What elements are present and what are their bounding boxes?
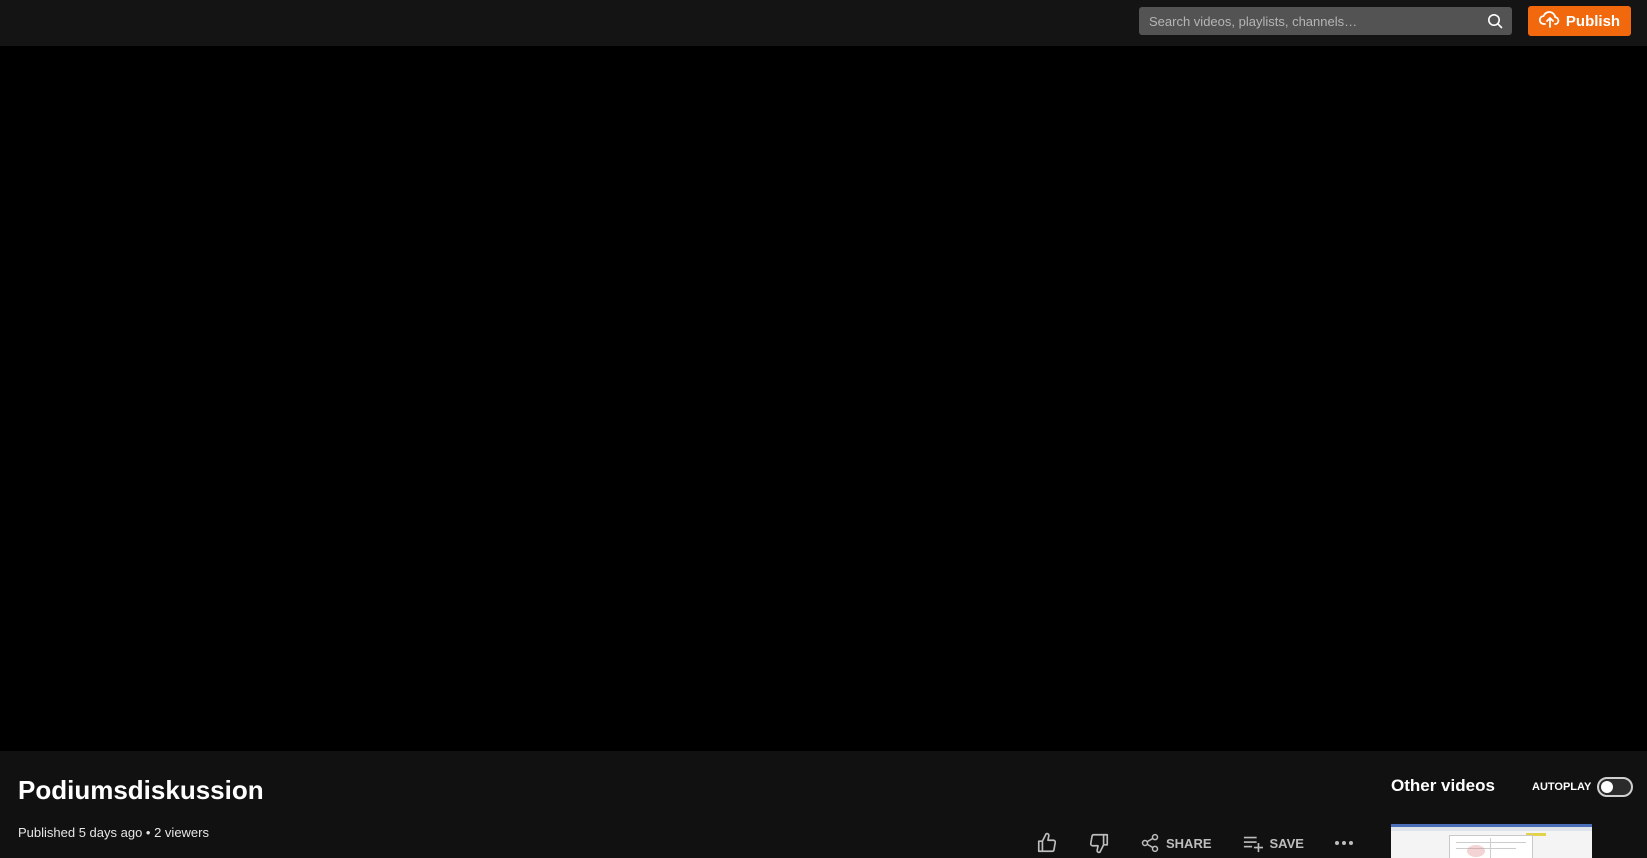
other-videos-title: Other videos (1391, 776, 1495, 795)
autoplay-control: AUTOPLAY (1532, 777, 1634, 797)
share-icon (1140, 833, 1160, 853)
search-box (1139, 7, 1512, 35)
publish-label: Publish (1565, 12, 1621, 30)
playlist-add-icon (1242, 833, 1264, 853)
video-player[interactable] (0, 46, 1647, 751)
video-title: Podiumsdiskussion (18, 775, 264, 805)
thumbnail-document (1449, 835, 1533, 858)
cloud-upload-icon (1538, 10, 1561, 32)
thumbs-down-icon (1088, 832, 1110, 854)
toggle-knob (1601, 781, 1614, 793)
video-meta: Published 5 days ago • 2 viewers (18, 825, 209, 840)
publish-button[interactable]: Publish (1528, 6, 1631, 36)
like-button[interactable] (1036, 832, 1058, 854)
top-header: Publish (0, 0, 1647, 46)
save-button[interactable]: SAVE (1242, 833, 1304, 853)
video-actions: SHARE SAVE (1036, 829, 1384, 857)
more-horizontal-icon (1334, 840, 1354, 846)
share-button[interactable]: SHARE (1140, 833, 1212, 853)
autoplay-toggle[interactable] (1597, 777, 1634, 797)
thumbnail-toolbar (1391, 827, 1592, 831)
thumbs-up-icon (1036, 832, 1058, 854)
search-input[interactable] (1139, 7, 1469, 35)
video-thumbnail[interactable] (1391, 824, 1592, 858)
share-label: SHARE (1166, 835, 1212, 851)
thumbnail-mark (1467, 845, 1485, 857)
more-button[interactable] (1334, 840, 1354, 846)
dislike-button[interactable] (1088, 832, 1110, 854)
save-label: SAVE (1269, 835, 1304, 851)
video-info: Podiumsdiskussion Published 5 days ago •… (0, 751, 1647, 858)
autoplay-label: AUTOPLAY (1532, 781, 1592, 793)
search-icon[interactable] (1484, 10, 1506, 32)
